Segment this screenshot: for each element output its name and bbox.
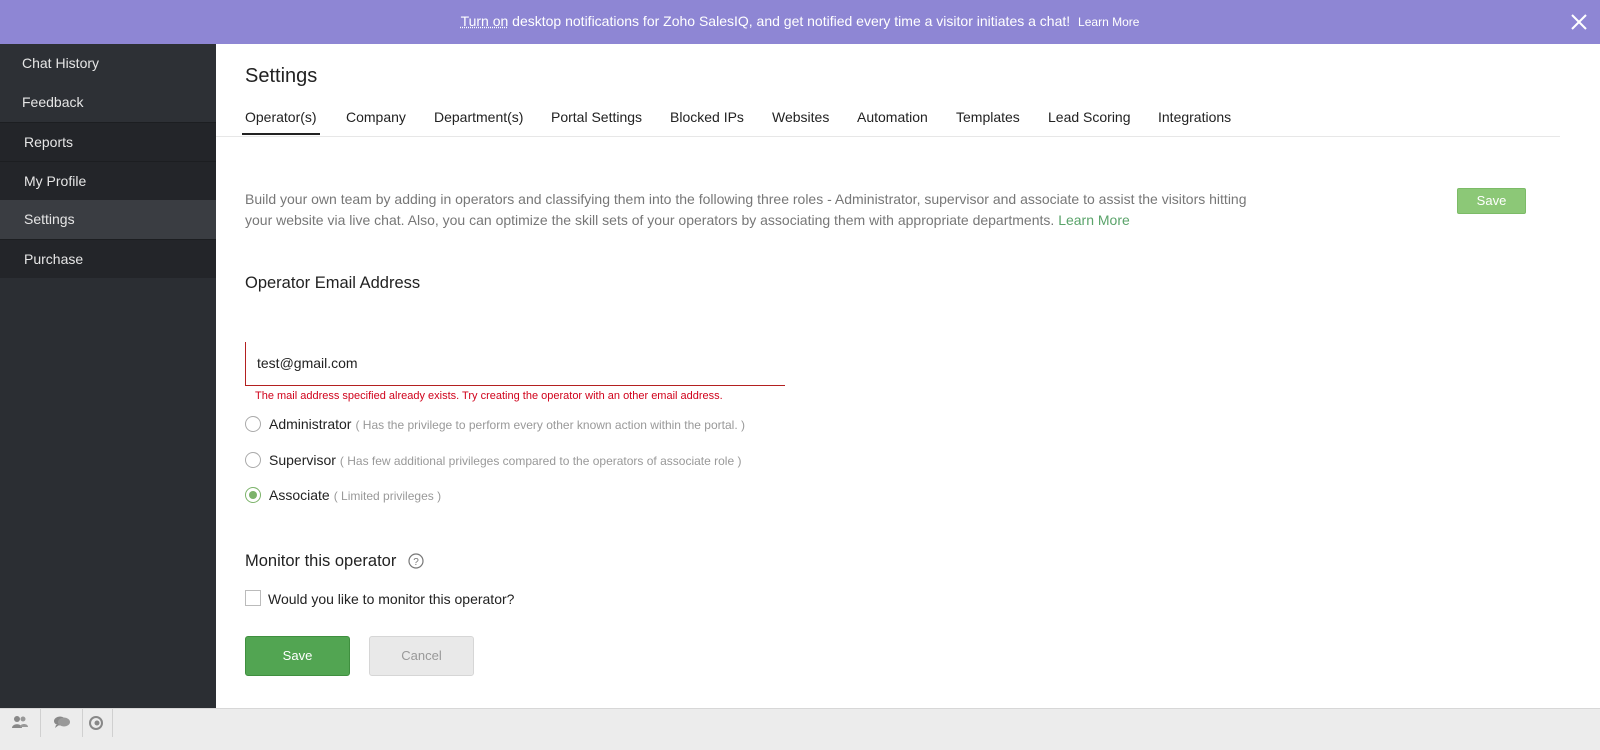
email-field-value: test@gmail.com xyxy=(257,355,358,371)
checkbox-box[interactable] xyxy=(245,590,261,606)
tab-lead-scoring[interactable]: Lead Scoring xyxy=(1048,109,1131,125)
sidebar: Chat History Feedback Reports My Profile… xyxy=(0,44,216,708)
tab-label: Department(s) xyxy=(434,109,524,125)
sidebar-item-label: Reports xyxy=(24,134,74,150)
banner-message-container: Turn on desktop notifications for Zoho S… xyxy=(0,13,1600,29)
operators-description: Build your own team by adding in operato… xyxy=(245,189,1275,231)
settings-tabs: Operator(s) Company Department(s) Portal… xyxy=(216,108,1560,137)
tab-company[interactable]: Company xyxy=(346,109,406,125)
banner-message: desktop notifications for Zoho SalesIQ, … xyxy=(508,13,1071,29)
svg-text:?: ? xyxy=(413,557,419,568)
save-button[interactable]: Save xyxy=(245,636,350,676)
sidebar-item-label: My Profile xyxy=(24,173,87,189)
sidebar-item-my-profile[interactable]: My Profile xyxy=(0,161,216,200)
checkbox-label: Would you like to monitor this operator? xyxy=(268,591,515,607)
tab-templates[interactable]: Templates xyxy=(956,109,1020,125)
tab-label: Lead Scoring xyxy=(1048,109,1131,125)
operators-icon[interactable] xyxy=(0,709,41,737)
visitors-icon[interactable] xyxy=(84,709,113,737)
help-icon[interactable]: ? xyxy=(408,553,424,569)
tab-label: Integrations xyxy=(1158,109,1232,125)
tab-label: Portal Settings xyxy=(551,109,643,125)
radio-label: Administrator xyxy=(269,416,352,432)
radio-circle[interactable] xyxy=(245,452,261,468)
email-field[interactable]: test@gmail.com xyxy=(245,342,785,386)
tab-blocked-ips[interactable]: Blocked IPs xyxy=(670,109,744,125)
sidebar-item-label: Chat History xyxy=(22,55,100,71)
tab-label: Websites xyxy=(772,109,830,125)
sidebar-item-feedback[interactable]: Feedback xyxy=(0,83,216,122)
banner-learn-more-link[interactable]: Learn More xyxy=(1078,15,1139,29)
sidebar-item-purchase[interactable]: Purchase xyxy=(0,239,216,278)
tab-label: Automation xyxy=(857,109,928,125)
tab-label: Operator(s) xyxy=(245,109,317,125)
tab-automation[interactable]: Automation xyxy=(857,109,928,125)
tab-departments[interactable]: Department(s) xyxy=(434,109,523,125)
page-title: Settings xyxy=(245,65,318,87)
tab-label: Company xyxy=(346,109,406,125)
top-save-button[interactable]: Save xyxy=(1457,188,1526,214)
notification-banner: Turn on desktop notifications for Zoho S… xyxy=(0,0,1600,44)
tab-operators[interactable]: Operator(s) xyxy=(242,109,320,135)
sidebar-item-reports[interactable]: Reports xyxy=(0,122,216,161)
radio-circle[interactable] xyxy=(245,416,261,432)
radio-hint: ( Limited privileges ) xyxy=(333,489,442,503)
radio-hint: ( Has the privilege to perform every oth… xyxy=(355,418,745,432)
description-learn-more-link[interactable]: Learn More xyxy=(1058,212,1130,228)
sidebar-item-label: Purchase xyxy=(24,251,84,267)
bottom-toolbar xyxy=(0,708,1600,750)
sidebar-item-label: Settings xyxy=(24,211,75,227)
tab-label: Templates xyxy=(956,109,1020,125)
tab-portal-settings[interactable]: Portal Settings xyxy=(551,109,642,125)
email-error-message: The mail address specified already exist… xyxy=(255,390,723,402)
sidebar-item-label: Feedback xyxy=(22,94,84,110)
radio-circle[interactable] xyxy=(245,487,261,503)
radio-label: Supervisor xyxy=(269,452,336,468)
chats-icon[interactable] xyxy=(42,709,83,737)
tab-websites[interactable]: Websites xyxy=(772,109,829,125)
tab-integrations[interactable]: Integrations xyxy=(1158,109,1231,125)
email-section-title: Operator Email Address xyxy=(245,274,421,292)
cancel-button[interactable]: Cancel xyxy=(369,636,474,676)
monitor-section-title: Monitor this operator xyxy=(245,552,397,570)
radio-hint: ( Has few additional privileges compared… xyxy=(339,454,742,468)
tab-label: Blocked IPs xyxy=(670,109,744,125)
settings-panel: Settings Operator(s) Company Department(… xyxy=(216,44,1560,708)
turn-on-notifications-link[interactable]: Turn on xyxy=(461,13,509,29)
close-icon[interactable] xyxy=(1568,11,1590,33)
sidebar-item-settings[interactable]: Settings xyxy=(0,200,216,239)
radio-label: Associate xyxy=(269,487,330,503)
sidebar-item-chat-history[interactable]: Chat History xyxy=(0,44,216,83)
